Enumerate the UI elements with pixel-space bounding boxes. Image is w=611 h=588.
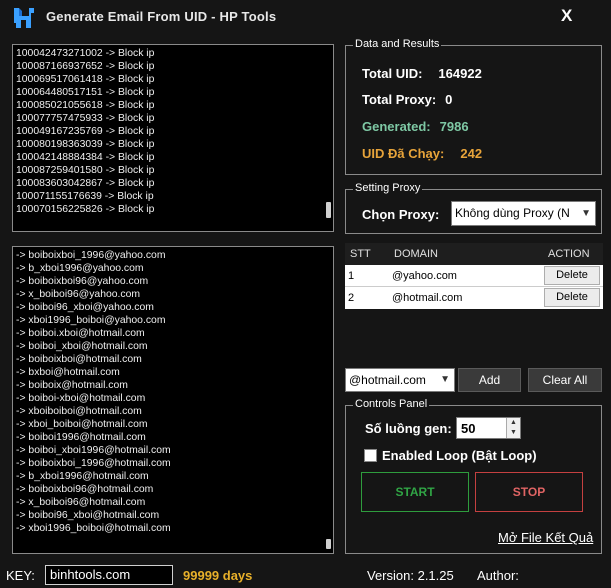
list-item: -> boiboi_xboi1996@hotmail.com xyxy=(16,445,171,456)
chevron-down-icon: ▼ xyxy=(581,208,591,219)
delete-button[interactable]: Delete xyxy=(544,288,600,307)
list-item: 100070156225826 -> Block ip xyxy=(16,204,155,215)
list-item: -> b_xboi1996@yahoo.com xyxy=(16,263,144,274)
list-item: -> boiboixboi_1996@hotmail.com xyxy=(16,458,171,469)
list-item: -> boiboixboi@hotmail.com xyxy=(16,354,142,365)
stop-button[interactable]: STOP xyxy=(475,472,583,512)
total-proxy-label: Total Proxy: xyxy=(362,92,437,107)
list-item: -> boiboixboi96@yahoo.com xyxy=(16,276,149,287)
header-stt: STT xyxy=(350,248,371,260)
list-item: -> boiboi1996@hotmail.com xyxy=(16,432,146,443)
close-button[interactable]: X xyxy=(561,6,572,26)
generated-label: Generated: xyxy=(362,119,431,134)
controls-panel-title: Controls Panel xyxy=(353,398,430,410)
list-item: -> b_xboi1996@hotmail.com xyxy=(16,471,149,482)
list-item: 100087166937652 -> Block ip xyxy=(16,61,155,72)
generated-value: 7986 xyxy=(439,119,469,134)
list-item: -> boiboi96_xboi@yahoo.com xyxy=(16,302,154,313)
threads-label: Số luồng gen: xyxy=(365,421,452,436)
list-item: 100077757475933 -> Block ip xyxy=(16,113,155,124)
row-domain: @yahoo.com xyxy=(392,270,457,282)
list-item: 100087259401580 -> Block ip xyxy=(16,165,155,176)
total-uid-stat: Total UID: 164922 xyxy=(362,66,482,81)
list-item: -> boiboi96_xboi@hotmail.com xyxy=(16,510,160,521)
threads-value: 50 xyxy=(461,421,476,436)
proxy-select[interactable]: Không dùng Proxy (N ▼ xyxy=(451,201,596,226)
list-item: 100080198363039 -> Block ip xyxy=(16,139,155,150)
domain-select-value: @hotmail.com xyxy=(349,373,426,387)
uid-run-label: UID Đã Chạy: xyxy=(362,146,445,161)
header-action: ACTION xyxy=(548,248,590,260)
add-domain-button[interactable]: Add xyxy=(458,368,521,392)
email-scrollbar[interactable] xyxy=(326,539,331,549)
list-item: 100049167235769 -> Block ip xyxy=(16,126,155,137)
domain-table: STT DOMAIN ACTION 1 @yahoo.com Delete 2 … xyxy=(345,243,603,363)
list-item: 100083603042867 -> Block ip xyxy=(16,178,155,189)
email-lines: -> boiboixboi_1996@yahoo.com -> b_xboi199… xyxy=(16,249,317,535)
list-item: -> boiboi-xboi@hotmail.com xyxy=(16,393,146,404)
list-item: -> xboi1996_boiboi@hotmail.com xyxy=(16,523,171,534)
stepper-down-icon[interactable]: ▼ xyxy=(506,428,520,438)
data-results-title: Data and Results xyxy=(353,38,442,50)
log-lines: 100042473271002 -> Block ip 1000871669376… xyxy=(16,47,317,216)
list-item: 100042473271002 -> Block ip xyxy=(16,48,155,59)
table-row: 1 @yahoo.com Delete xyxy=(345,265,603,287)
total-proxy-value: 0 xyxy=(445,92,453,107)
row-stt: 2 xyxy=(348,292,355,304)
log-scrollbar[interactable] xyxy=(326,202,331,218)
list-item: -> x_boiboi96@hotmail.com xyxy=(16,497,146,508)
list-item: -> boiboi_xboi@hotmail.com xyxy=(16,341,148,352)
proxy-select-value: Không dùng Proxy (N xyxy=(455,206,570,220)
list-item: -> boiboixboi96@hotmail.com xyxy=(16,484,154,495)
uid-run-value: 242 xyxy=(460,146,483,161)
list-item: -> boiboixboi_1996@yahoo.com xyxy=(16,250,166,261)
list-item: -> xboi1996_boiboi@yahoo.com xyxy=(16,315,166,326)
domain-select[interactable]: @hotmail.com ▼ xyxy=(345,368,455,392)
start-button[interactable]: START xyxy=(361,472,469,512)
uid-run-stat: UID Đã Chạy: 242 xyxy=(362,146,482,161)
key-input[interactable]: binhtools.com xyxy=(45,565,173,585)
author-label: Author: xyxy=(477,568,519,583)
total-uid-label: Total UID: xyxy=(362,66,423,81)
list-item: -> bxboi@hotmail.com xyxy=(16,367,120,378)
proxy-label: Chọn Proxy: xyxy=(362,207,440,222)
list-item: 100042148884384 -> Block ip xyxy=(16,152,155,163)
list-item: -> boiboix@hotmail.com xyxy=(16,380,128,391)
email-output[interactable]: -> boiboixboi_1996@yahoo.com -> b_xboi199… xyxy=(12,246,334,554)
version-label: Version: 2.1.25 xyxy=(367,568,454,583)
list-item: 100064480517151 -> Block ip xyxy=(16,87,155,98)
row-stt: 1 xyxy=(348,270,355,282)
list-item: 100085021055618 -> Block ip xyxy=(16,100,155,111)
total-proxy-stat: Total Proxy: 0 xyxy=(362,92,452,107)
list-item: 100069517061418 -> Block ip xyxy=(16,74,155,85)
clear-all-button[interactable]: Clear All xyxy=(528,368,602,392)
header-domain: DOMAIN xyxy=(394,248,438,260)
setting-proxy-title: Setting Proxy xyxy=(353,182,423,194)
chevron-down-icon: ▼ xyxy=(440,374,450,385)
window-title: Generate Email From UID - HP Tools xyxy=(46,9,277,24)
list-item: -> boiboi.xboi@hotmail.com xyxy=(16,328,145,339)
open-result-file-link[interactable]: Mở File Kết Quả xyxy=(498,530,593,545)
list-item: -> xboi_boiboi@hotmail.com xyxy=(16,419,148,430)
list-item: 100071155176639 -> Block ip xyxy=(16,191,154,202)
stepper-up-icon[interactable]: ▲ xyxy=(506,418,520,428)
list-item: -> xboiboiboi@hotmail.com xyxy=(16,406,142,417)
title-bar: Generate Email From UID - HP Tools X xyxy=(0,0,611,36)
generated-stat: Generated: 7986 xyxy=(362,119,469,134)
list-item: -> x_boiboi96@yahoo.com xyxy=(16,289,141,300)
row-domain: @hotmail.com xyxy=(392,292,463,304)
delete-button[interactable]: Delete xyxy=(544,266,600,285)
key-label: KEY: xyxy=(6,568,35,583)
loop-checkbox[interactable] xyxy=(364,449,377,462)
domain-table-header: STT DOMAIN ACTION xyxy=(345,243,603,265)
total-uid-value: 164922 xyxy=(438,66,482,81)
app-logo-icon xyxy=(14,8,34,28)
table-row: 2 @hotmail.com Delete xyxy=(345,287,603,309)
loop-label: Enabled Loop (Bật Loop) xyxy=(382,448,537,463)
license-days: 99999 days xyxy=(183,568,253,583)
log-output[interactable]: 100042473271002 -> Block ip 1000871669376… xyxy=(12,44,334,232)
threads-stepper[interactable]: 50 ▲ ▼ xyxy=(456,417,521,439)
